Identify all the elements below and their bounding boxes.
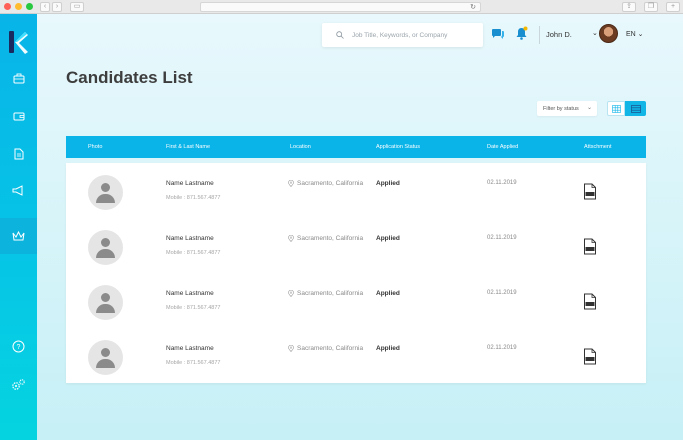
table-row[interactable]: Name Lastname Mobile : 871.567.4877 Sacr… xyxy=(66,328,646,383)
close-window-button[interactable] xyxy=(4,3,11,10)
settings-icon[interactable] xyxy=(0,374,37,394)
candidate-name[interactable]: Name Lastname xyxy=(166,180,214,187)
filter-status-dropdown[interactable]: Filter by status ⌄ xyxy=(537,101,597,116)
location-pin-icon xyxy=(288,345,294,352)
user-name[interactable]: John D. xyxy=(546,30,572,39)
candidate-location: Sacramento, California xyxy=(288,345,363,352)
date-applied: 02.11.2019 xyxy=(487,180,517,186)
chevron-down-icon: ⌄ xyxy=(586,105,592,111)
sidebar: ? xyxy=(0,14,37,440)
address-bar[interactable]: ↻ xyxy=(200,2,481,12)
pdf-file-icon[interactable] xyxy=(583,293,597,310)
location-pin-icon xyxy=(288,290,294,297)
pdf-file-icon[interactable] xyxy=(583,238,597,255)
date-applied: 02.11.2019 xyxy=(487,345,517,351)
main-content: Job Title, Keywords, or Company John D. … xyxy=(37,14,683,440)
candidate-name[interactable]: Name Lastname xyxy=(166,345,214,352)
pdf-file-icon[interactable] xyxy=(583,183,597,200)
forward-button[interactable]: › xyxy=(52,2,62,12)
avatar-placeholder-icon xyxy=(88,230,123,265)
search-icon xyxy=(336,31,344,39)
chat-icon[interactable] xyxy=(491,28,505,41)
header-divider xyxy=(539,26,540,44)
application-status: Applied xyxy=(376,180,400,187)
column-header-status[interactable]: Application Status xyxy=(376,144,420,150)
tabs-icon[interactable]: ❐ xyxy=(644,2,658,12)
minimize-window-button[interactable] xyxy=(15,3,22,10)
location-pin-icon xyxy=(288,180,294,187)
list-view-button[interactable] xyxy=(625,101,646,116)
candidate-location: Sacramento, California xyxy=(288,180,363,187)
candidate-mobile: Mobile : 871.567.4877 xyxy=(166,250,221,256)
help-icon[interactable]: ? xyxy=(0,336,37,356)
wallet-icon[interactable] xyxy=(0,106,37,126)
share-icon[interactable]: ⇪ xyxy=(622,2,636,12)
zoom-window-button[interactable] xyxy=(26,3,33,10)
location-pin-icon xyxy=(288,235,294,242)
reload-icon[interactable]: ↻ xyxy=(470,3,476,12)
list-icon xyxy=(630,104,641,113)
crown-icon[interactable] xyxy=(0,226,37,246)
candidate-mobile: Mobile : 871.567.4877 xyxy=(166,195,221,201)
avatar-placeholder-icon xyxy=(88,175,123,210)
column-header-photo: Photo xyxy=(88,144,103,150)
chevron-down-icon[interactable]: ⌄ xyxy=(592,29,598,37)
grid-icon xyxy=(611,104,621,113)
language-selector[interactable]: EN ⌄ xyxy=(626,30,644,38)
filter-label: Filter by status xyxy=(543,105,579,112)
sidebar-toggle-icon[interactable]: ▭ xyxy=(70,2,84,12)
date-applied: 02.11.2019 xyxy=(487,235,517,241)
user-avatar[interactable] xyxy=(599,24,618,43)
column-header-attachment: Attschment xyxy=(584,144,612,150)
candidate-location: Sacramento, California xyxy=(288,290,363,297)
table-row[interactable]: Name Lastname Mobile : 871.567.4877 Sacr… xyxy=(66,273,646,328)
application-status: Applied xyxy=(376,235,400,242)
megaphone-icon[interactable] xyxy=(0,180,37,200)
svg-text:?: ? xyxy=(17,344,21,351)
avatar-placeholder-icon xyxy=(88,340,123,375)
browser-chrome: ‹ › ▭ ↻ ⇪ ❐ + xyxy=(0,0,683,14)
table-row[interactable]: Name Lastname Mobile : 871.567.4877 Sacr… xyxy=(66,163,646,218)
logo-icon[interactable] xyxy=(7,30,29,54)
date-applied: 02.11.2019 xyxy=(487,290,517,296)
candidate-location: Sacramento, California xyxy=(288,235,363,242)
column-header-date[interactable]: Date Applied xyxy=(487,144,518,150)
candidate-name[interactable]: Name Lastname xyxy=(166,290,214,297)
candidate-mobile: Mobile : 871.567.4877 xyxy=(166,305,221,311)
candidate-name[interactable]: Name Lastname xyxy=(166,235,214,242)
notification-bell-icon[interactable] xyxy=(515,26,528,41)
search-input[interactable]: Job Title, Keywords, or Company xyxy=(322,23,483,47)
candidate-mobile: Mobile : 871.567.4877 xyxy=(166,360,221,366)
table-header: Photo First & Last Name Location Applica… xyxy=(66,136,646,158)
candidates-table: Name Lastname Mobile : 871.567.4877 Sacr… xyxy=(66,163,646,383)
document-icon[interactable] xyxy=(0,144,37,164)
new-tab-button[interactable]: + xyxy=(666,2,680,12)
back-button[interactable]: ‹ xyxy=(40,2,50,12)
avatar-placeholder-icon xyxy=(88,285,123,320)
application-status: Applied xyxy=(376,290,400,297)
page-title: Candidates List xyxy=(66,68,193,87)
table-row[interactable]: Name Lastname Mobile : 871.567.4877 Sacr… xyxy=(66,218,646,273)
column-header-name[interactable]: First & Last Name xyxy=(166,144,210,150)
briefcase-icon[interactable] xyxy=(0,68,37,88)
pdf-file-icon[interactable] xyxy=(583,348,597,365)
search-placeholder: Job Title, Keywords, or Company xyxy=(352,31,448,39)
grid-view-button[interactable] xyxy=(607,101,625,116)
column-header-location[interactable]: Location xyxy=(290,144,311,150)
application-status: Applied xyxy=(376,345,400,352)
